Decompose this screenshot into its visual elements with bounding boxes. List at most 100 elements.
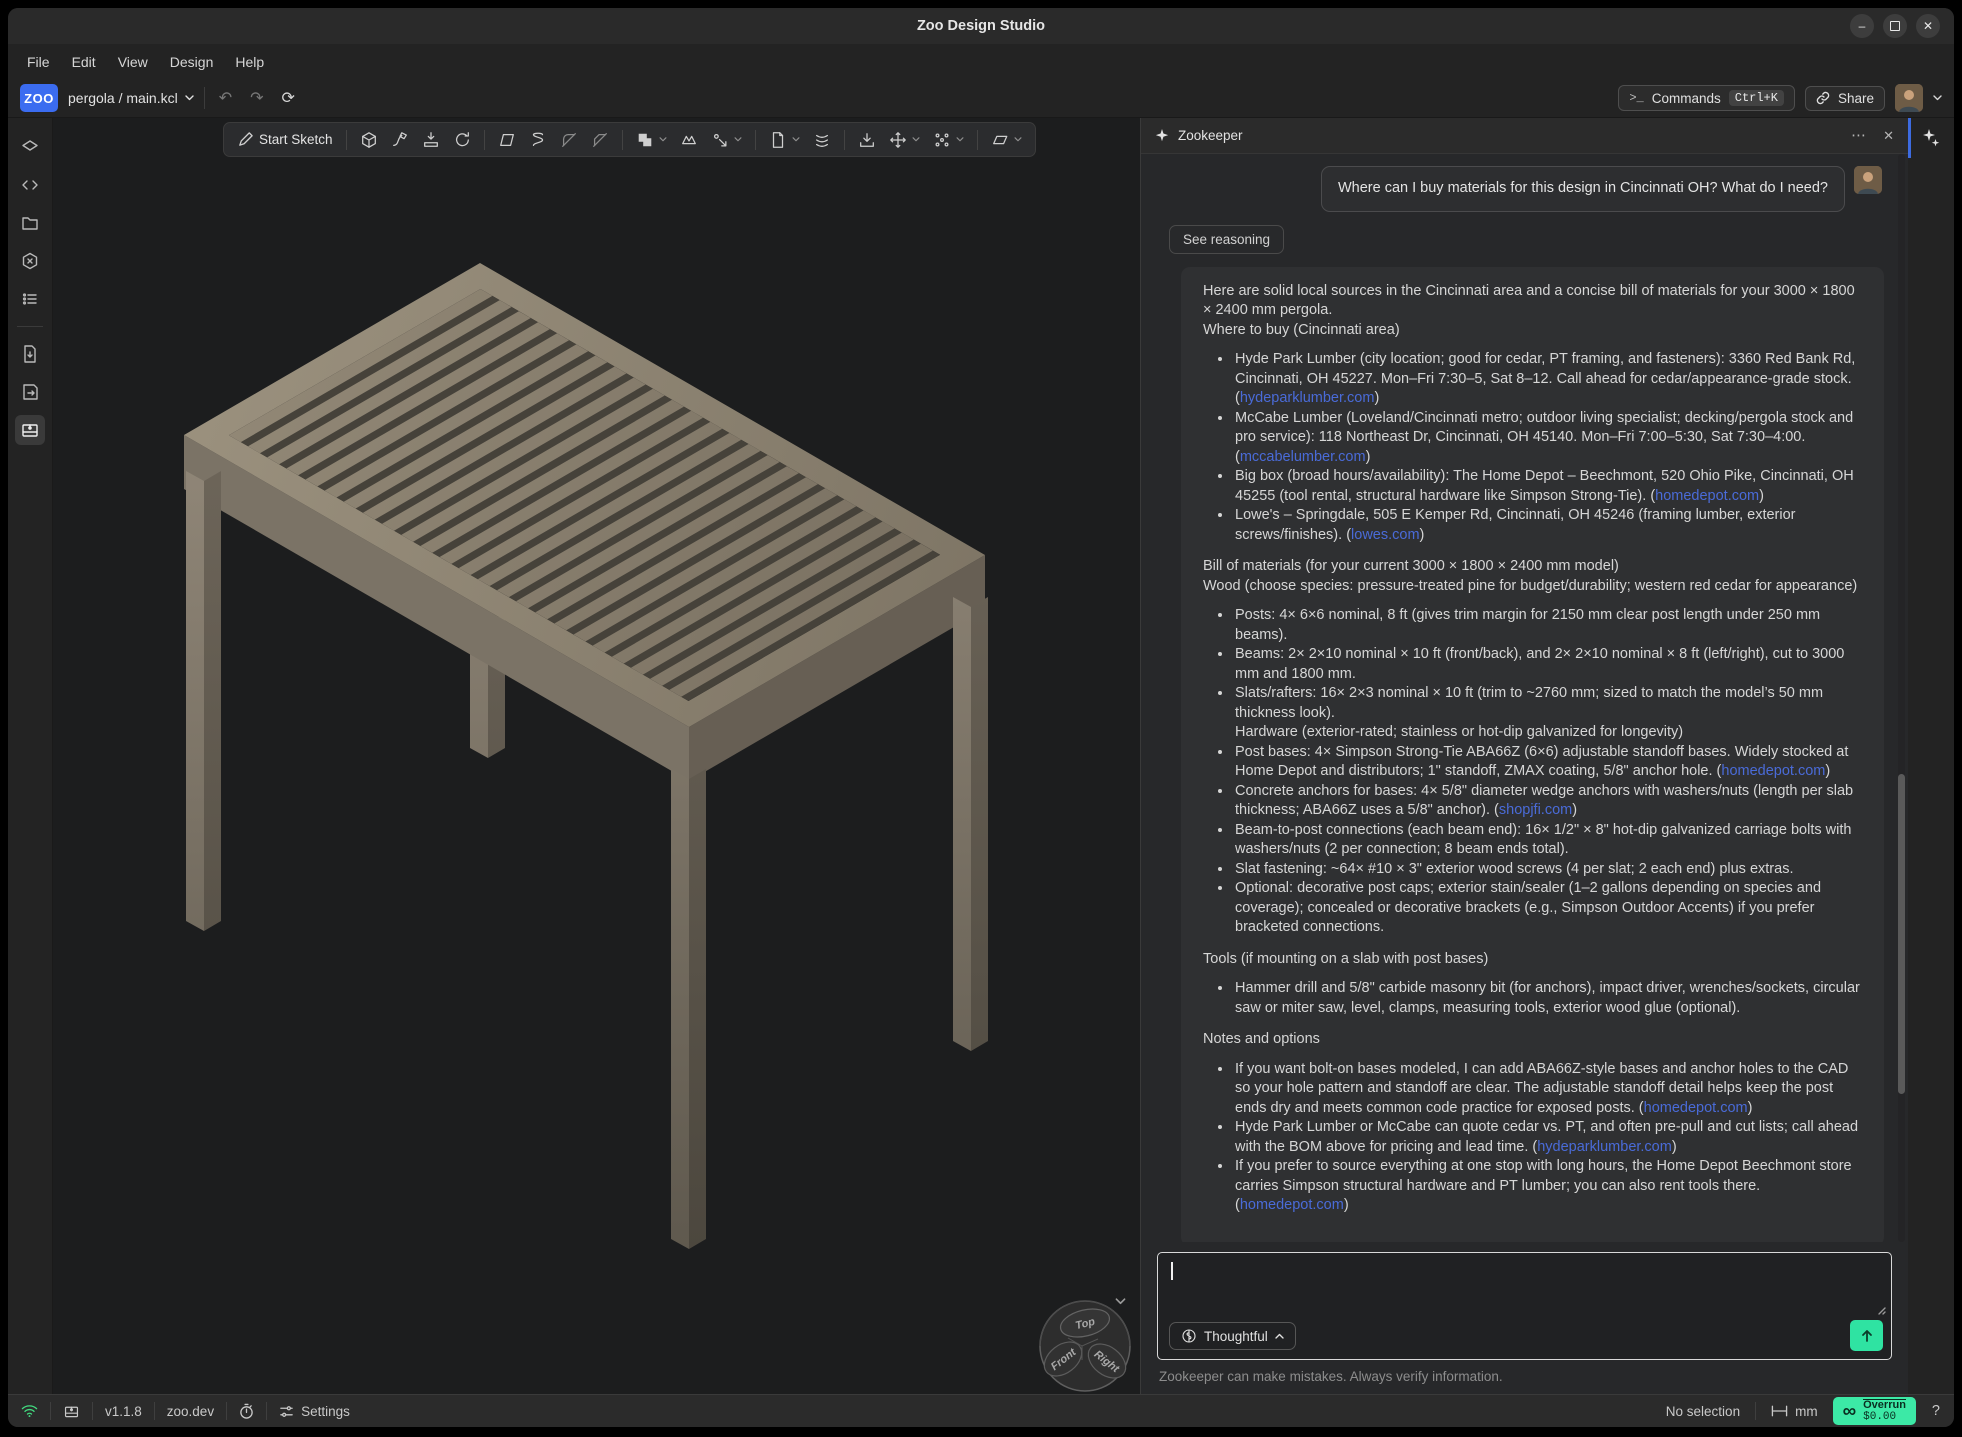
inline-link[interactable]: homedepot.com [1721, 763, 1825, 779]
user-message-bubble: Where can I buy materials for this desig… [1321, 166, 1845, 212]
code-button[interactable] [15, 170, 45, 200]
network-status[interactable] [18, 1404, 41, 1418]
offset-plane-button[interactable] [495, 128, 519, 152]
stopwatch-icon [239, 1403, 254, 1419]
code-icon [20, 175, 40, 195]
inline-link[interactable]: homedepot.com [1655, 488, 1759, 504]
load-external-button[interactable] [855, 128, 879, 152]
menu-file[interactable]: File [18, 50, 59, 74]
trim-icon [680, 131, 698, 149]
gizmo-chevron-icon[interactable] [1115, 1298, 1126, 1305]
resize-handle-icon[interactable] [1877, 1306, 1886, 1315]
screenshot-root: Zoo Design Studio – ✕ File Edit View Des… [0, 0, 1962, 1437]
maximize-button[interactable] [1883, 14, 1907, 38]
menu-help[interactable]: Help [226, 50, 273, 74]
reply-paragraph: Notes and options [1203, 1030, 1862, 1050]
chat-scroll-area[interactable]: Where can I buy materials for this desig… [1141, 154, 1908, 1242]
chat-scrollbar-thumb[interactable] [1898, 774, 1905, 1094]
view-gizmo[interactable]: Top Front Right [1035, 1296, 1135, 1396]
reply-bullet-list: Hammer drill and 5/8" carbide masonry bi… [1203, 979, 1862, 1018]
pattern-dots-icon [933, 131, 951, 149]
inline-link[interactable]: mccabelumber.com [1240, 449, 1366, 465]
see-reasoning-button[interactable]: See reasoning [1169, 225, 1284, 254]
site-link[interactable]: zoo.dev [164, 1404, 217, 1419]
inline-link[interactable]: hydeparklumber.com [1240, 390, 1375, 406]
redo-button[interactable]: ↷ [246, 88, 267, 108]
reply-bullet: Concrete anchors for bases: 4× 5/8" diam… [1233, 782, 1862, 821]
close-button[interactable]: ✕ [1916, 14, 1940, 38]
share-button[interactable]: Share [1805, 86, 1885, 111]
fillet-button[interactable] [557, 128, 581, 152]
transform-button[interactable] [886, 128, 923, 152]
revolve-button[interactable] [450, 128, 474, 152]
chat-input[interactable]: Thoughtful [1157, 1252, 1892, 1360]
inline-link[interactable]: shopjfi.com [1499, 802, 1572, 818]
units-button[interactable]: mm [1768, 1404, 1821, 1419]
account-chevron-icon[interactable] [1933, 95, 1942, 101]
text-to-cad-button[interactable] [810, 128, 834, 152]
plane-view-button[interactable] [988, 128, 1025, 152]
refresh-button[interactable]: ⟳ [278, 88, 299, 108]
reply-text: Big box (broad hours/availability): The … [1235, 468, 1858, 504]
inline-link[interactable]: homedepot.com [1240, 1197, 1344, 1213]
user-avatar[interactable] [1895, 84, 1923, 112]
menu-view[interactable]: View [109, 50, 157, 74]
settings-button[interactable]: Settings [276, 1404, 353, 1419]
minimize-button[interactable]: – [1850, 14, 1874, 38]
ruler-icon [1771, 1405, 1788, 1417]
chat-user-avatar [1854, 166, 1882, 194]
more-options-icon[interactable]: ⋯ [1851, 128, 1867, 143]
chamfer-icon [591, 131, 609, 149]
zoo-logo[interactable]: ZOO [20, 84, 58, 112]
files-button[interactable] [15, 208, 45, 238]
inline-link[interactable]: hydeparklumber.com [1537, 1139, 1672, 1155]
model-mode-button[interactable]: Thoughtful [1169, 1322, 1296, 1350]
machine-status[interactable] [60, 1403, 83, 1420]
wifi-icon [21, 1404, 38, 1418]
import-file-button[interactable] [15, 339, 45, 369]
reply-text: Slat fastening: ~64× #10 × 3" exterior w… [1235, 861, 1793, 877]
chamfer-button[interactable] [588, 128, 612, 152]
inline-link[interactable]: homedepot.com [1644, 1100, 1748, 1116]
trim-button[interactable] [677, 128, 701, 152]
commands-button[interactable]: >_ Commands Ctrl+K [1618, 85, 1795, 111]
feature-tree-button[interactable] [15, 132, 45, 162]
close-panel-icon[interactable]: ✕ [1883, 129, 1894, 142]
status-divider [50, 1402, 51, 1420]
menu-bar: File Edit View Design Help [8, 44, 1954, 79]
credits-badge[interactable]: ∞ Overrun $0.00 [1833, 1397, 1916, 1425]
machine-panel-button[interactable] [15, 415, 45, 445]
sparkle-icon [1155, 129, 1169, 143]
menu-design[interactable]: Design [161, 50, 223, 74]
reply-text: ) [1366, 449, 1371, 465]
export-file-button[interactable] [15, 377, 45, 407]
insert-file-icon [769, 131, 787, 149]
help-button[interactable]: ? [1928, 1403, 1944, 1419]
viewport-3d[interactable]: Start Sketch [53, 118, 1140, 1394]
menu-edit[interactable]: Edit [63, 50, 105, 74]
logs-button[interactable] [15, 284, 45, 314]
reply-paragraph: Bill of materials (for your current 3000… [1203, 557, 1862, 596]
extrude-button[interactable] [357, 128, 381, 152]
start-sketch-button[interactable]: Start Sketch [234, 128, 336, 151]
boolean-button[interactable] [633, 128, 670, 152]
sweep-button[interactable] [388, 128, 412, 152]
revolve-icon [453, 131, 471, 149]
undo-button[interactable]: ↶ [215, 88, 236, 108]
send-button[interactable] [1850, 1320, 1883, 1351]
panel-title: Zookeeper [1178, 128, 1243, 143]
helix-button[interactable] [526, 128, 550, 152]
timer-status[interactable] [236, 1403, 257, 1419]
loft-button[interactable] [419, 128, 443, 152]
zookeeper-strip-button[interactable] [1922, 129, 1940, 1394]
project-name-menu[interactable]: pergola / main.kcl [68, 90, 194, 106]
hole-button[interactable] [708, 128, 745, 152]
insert-button[interactable] [766, 128, 803, 152]
pergola-model[interactable] [53, 118, 1140, 1394]
pattern-button[interactable] [930, 128, 967, 152]
reply-bullet: Post bases: 4× Simpson Strong-Tie ABA66Z… [1233, 743, 1862, 782]
status-divider [92, 1402, 93, 1420]
inline-link[interactable]: lowes.com [1351, 527, 1420, 543]
variables-button[interactable] [15, 246, 45, 276]
version-label[interactable]: v1.1.8 [102, 1404, 145, 1419]
